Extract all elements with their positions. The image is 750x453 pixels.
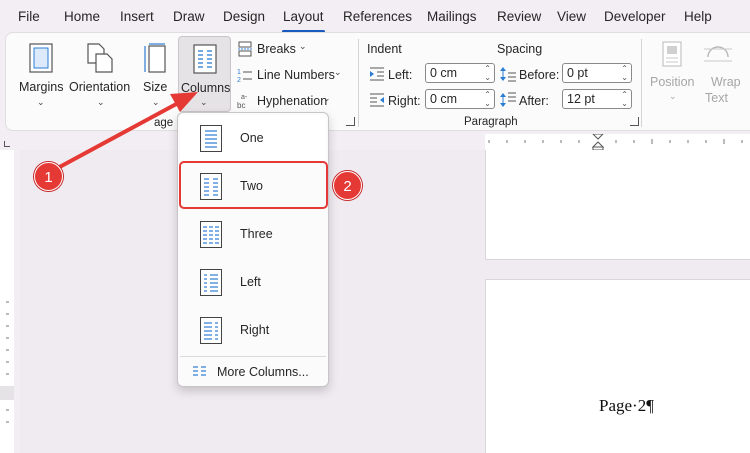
step-badge-2: 2 [333, 171, 362, 200]
step-badge-1: 1 [34, 162, 63, 191]
annotation-arrow [52, 92, 198, 172]
